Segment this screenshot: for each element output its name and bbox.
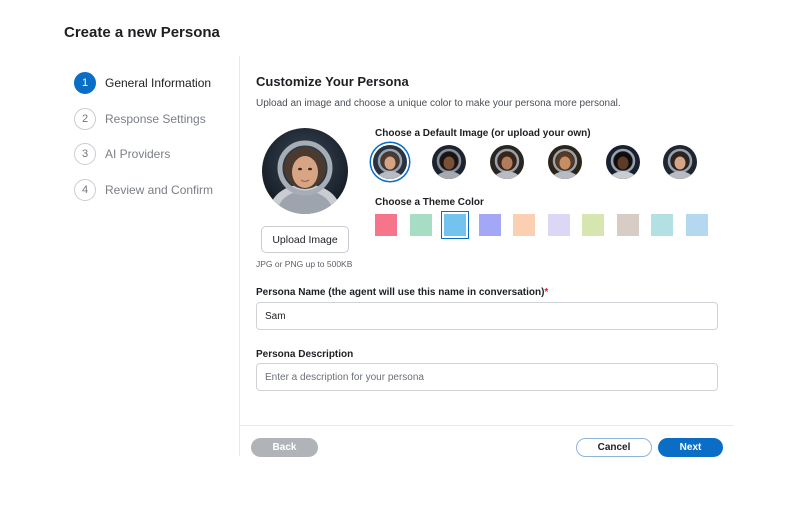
section-subtitle: Upload an image and choose a unique colo… xyxy=(256,98,621,109)
page-title: Create a new Persona xyxy=(64,24,220,41)
step-number: 4 xyxy=(74,178,96,201)
step-label: Response Settings xyxy=(105,111,206,126)
wizard-stepper: 1 General Information 2 Response Setting… xyxy=(74,72,234,214)
color-swatch[interactable] xyxy=(547,214,570,236)
step-general-information[interactable]: 1 General Information xyxy=(74,72,234,94)
color-swatch[interactable] xyxy=(513,214,535,236)
vertical-divider xyxy=(239,56,240,456)
default-image-option[interactable] xyxy=(663,145,697,179)
next-button[interactable]: Next xyxy=(658,438,723,457)
color-swatch[interactable] xyxy=(685,214,708,236)
footer-divider xyxy=(240,425,734,426)
step-ai-providers[interactable]: 3 AI Providers xyxy=(74,143,234,165)
color-swatch[interactable] xyxy=(582,214,604,236)
default-image-option[interactable] xyxy=(373,145,407,179)
default-image-heading: Choose a Default Image (or upload your o… xyxy=(375,128,591,139)
color-swatch[interactable] xyxy=(375,214,397,236)
required-mark: * xyxy=(544,287,549,298)
color-swatch[interactable] xyxy=(409,214,432,236)
color-swatch[interactable] xyxy=(651,214,673,236)
step-number: 1 xyxy=(74,72,96,94)
color-swatch[interactable] xyxy=(616,214,639,236)
upload-hint: JPG or PNG up to 500KB xyxy=(256,259,353,269)
default-image-option[interactable] xyxy=(432,145,466,179)
step-review-and-confirm[interactable]: 4 Review and Confirm xyxy=(74,178,234,201)
theme-color-heading: Choose a Theme Color xyxy=(375,197,484,208)
color-swatch[interactable] xyxy=(478,214,501,236)
cancel-button[interactable]: Cancel xyxy=(576,438,652,457)
step-response-settings[interactable]: 2 Response Settings xyxy=(74,107,234,130)
default-image-option[interactable] xyxy=(490,145,524,179)
step-label: General Information xyxy=(105,76,212,90)
step-number: 3 xyxy=(74,143,96,165)
step-label: AI Providers xyxy=(105,147,171,161)
persona-name-label: Persona Name (the agent will use this na… xyxy=(256,287,549,298)
persona-description-input[interactable] xyxy=(256,363,718,391)
step-label: Review and Confirm xyxy=(105,182,214,197)
persona-description-label: Persona Description xyxy=(256,349,354,360)
back-button[interactable]: Back xyxy=(251,438,318,457)
section-title: Customize Your Persona xyxy=(256,74,409,89)
default-image-option[interactable] xyxy=(606,145,640,179)
persona-avatar-preview xyxy=(262,128,348,214)
step-number: 2 xyxy=(74,107,96,130)
color-swatch[interactable] xyxy=(441,211,469,239)
persona-name-input[interactable] xyxy=(256,302,718,330)
upload-image-button[interactable]: Upload Image xyxy=(261,226,349,253)
default-image-option[interactable] xyxy=(548,145,582,179)
